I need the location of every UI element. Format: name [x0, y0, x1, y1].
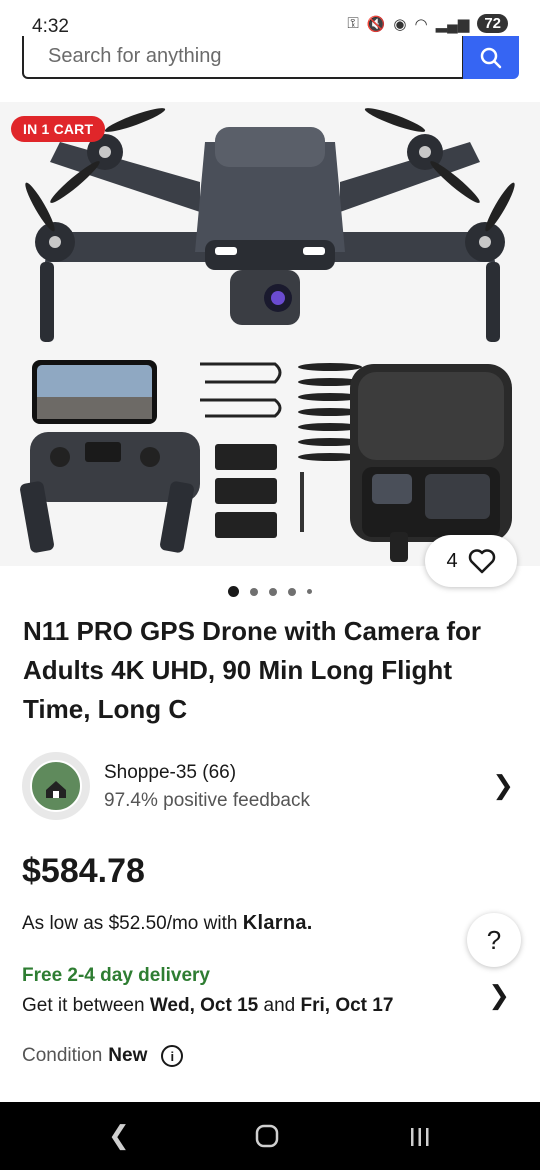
financing-text: As low as $52.50/mo with	[22, 913, 238, 934]
carousel-dot-5[interactable]	[307, 589, 312, 594]
carousel-dot-1[interactable]	[228, 586, 239, 597]
financing-line: As low as $52.50/mo with Klarna.	[22, 912, 313, 935]
delivery-chevron-icon[interactable]: ❯	[488, 980, 510, 1011]
condition-label: Condition	[22, 1045, 103, 1066]
delivery-title: Free 2-4 day delivery	[22, 965, 210, 986]
image-carousel-dots	[0, 586, 540, 597]
delivery-dates: Get it between Wed, Oct 15 and Fri, Oct …	[22, 995, 393, 1017]
in-cart-badge: IN 1 CART	[11, 116, 106, 142]
carousel-dot-4[interactable]	[288, 587, 296, 596]
chevron-right-icon[interactable]: ❯	[492, 770, 514, 801]
battery-indicator: 72	[477, 14, 508, 33]
condition-row: Condition New i	[22, 1045, 184, 1067]
recents-icon[interactable]	[408, 1126, 432, 1148]
heart-icon	[468, 549, 495, 574]
signal-icon: ▂▄▆	[435, 15, 470, 33]
wifi-icon: ◠	[414, 15, 428, 33]
mute-icon: 🔇	[366, 15, 386, 33]
back-icon[interactable]: ❮	[108, 1120, 130, 1151]
search-bar: Search for anything	[22, 36, 519, 80]
seller-logo-icon	[30, 760, 82, 812]
delivery-prefix: Get it between	[22, 995, 145, 1016]
klarna-logo: Klarna.	[242, 912, 313, 934]
home-icon[interactable]	[255, 1124, 279, 1148]
product-image[interactable]	[0, 102, 540, 566]
seller-name[interactable]: Shoppe-35 (66)	[104, 762, 236, 784]
key-icon: ⚿	[347, 15, 359, 32]
carousel-dot-3[interactable]	[269, 587, 277, 596]
search-input[interactable]: Search for anything	[22, 36, 464, 79]
seller-row[interactable]: Shoppe-35 (66) 97.4% positive feedback ❯	[22, 752, 522, 820]
seller-feedback: 97.4% positive feedback	[104, 790, 310, 811]
search-placeholder: Search for anything	[48, 45, 222, 67]
search-button[interactable]	[463, 36, 519, 79]
status-time: 4:32	[32, 16, 69, 37]
delivery-date-end: Fri, Oct 17	[300, 995, 394, 1016]
info-icon[interactable]: i	[161, 1045, 184, 1067]
watch-count: 4	[446, 549, 458, 572]
delivery-date-start: Wed, Oct 15	[149, 995, 259, 1016]
status-icons: ⚿ 🔇 ◉ ◠ ▂▄▆ 72	[347, 14, 508, 33]
system-nav-bar: ❮	[0, 1102, 540, 1170]
price: $584.78	[22, 852, 145, 890]
condition-value: New	[108, 1045, 148, 1066]
seller-avatar	[22, 752, 90, 820]
watch-button[interactable]: 4	[425, 535, 517, 587]
location-icon: ◉	[393, 15, 407, 33]
product-title: N11 PRO GPS Drone with Camera for Adults…	[23, 616, 482, 724]
search-icon	[480, 47, 502, 68]
help-button[interactable]: ?	[467, 913, 521, 967]
drone-product-illustration	[0, 102, 540, 566]
delivery-conjunction: and	[263, 995, 296, 1016]
carousel-dot-2[interactable]	[250, 587, 258, 596]
